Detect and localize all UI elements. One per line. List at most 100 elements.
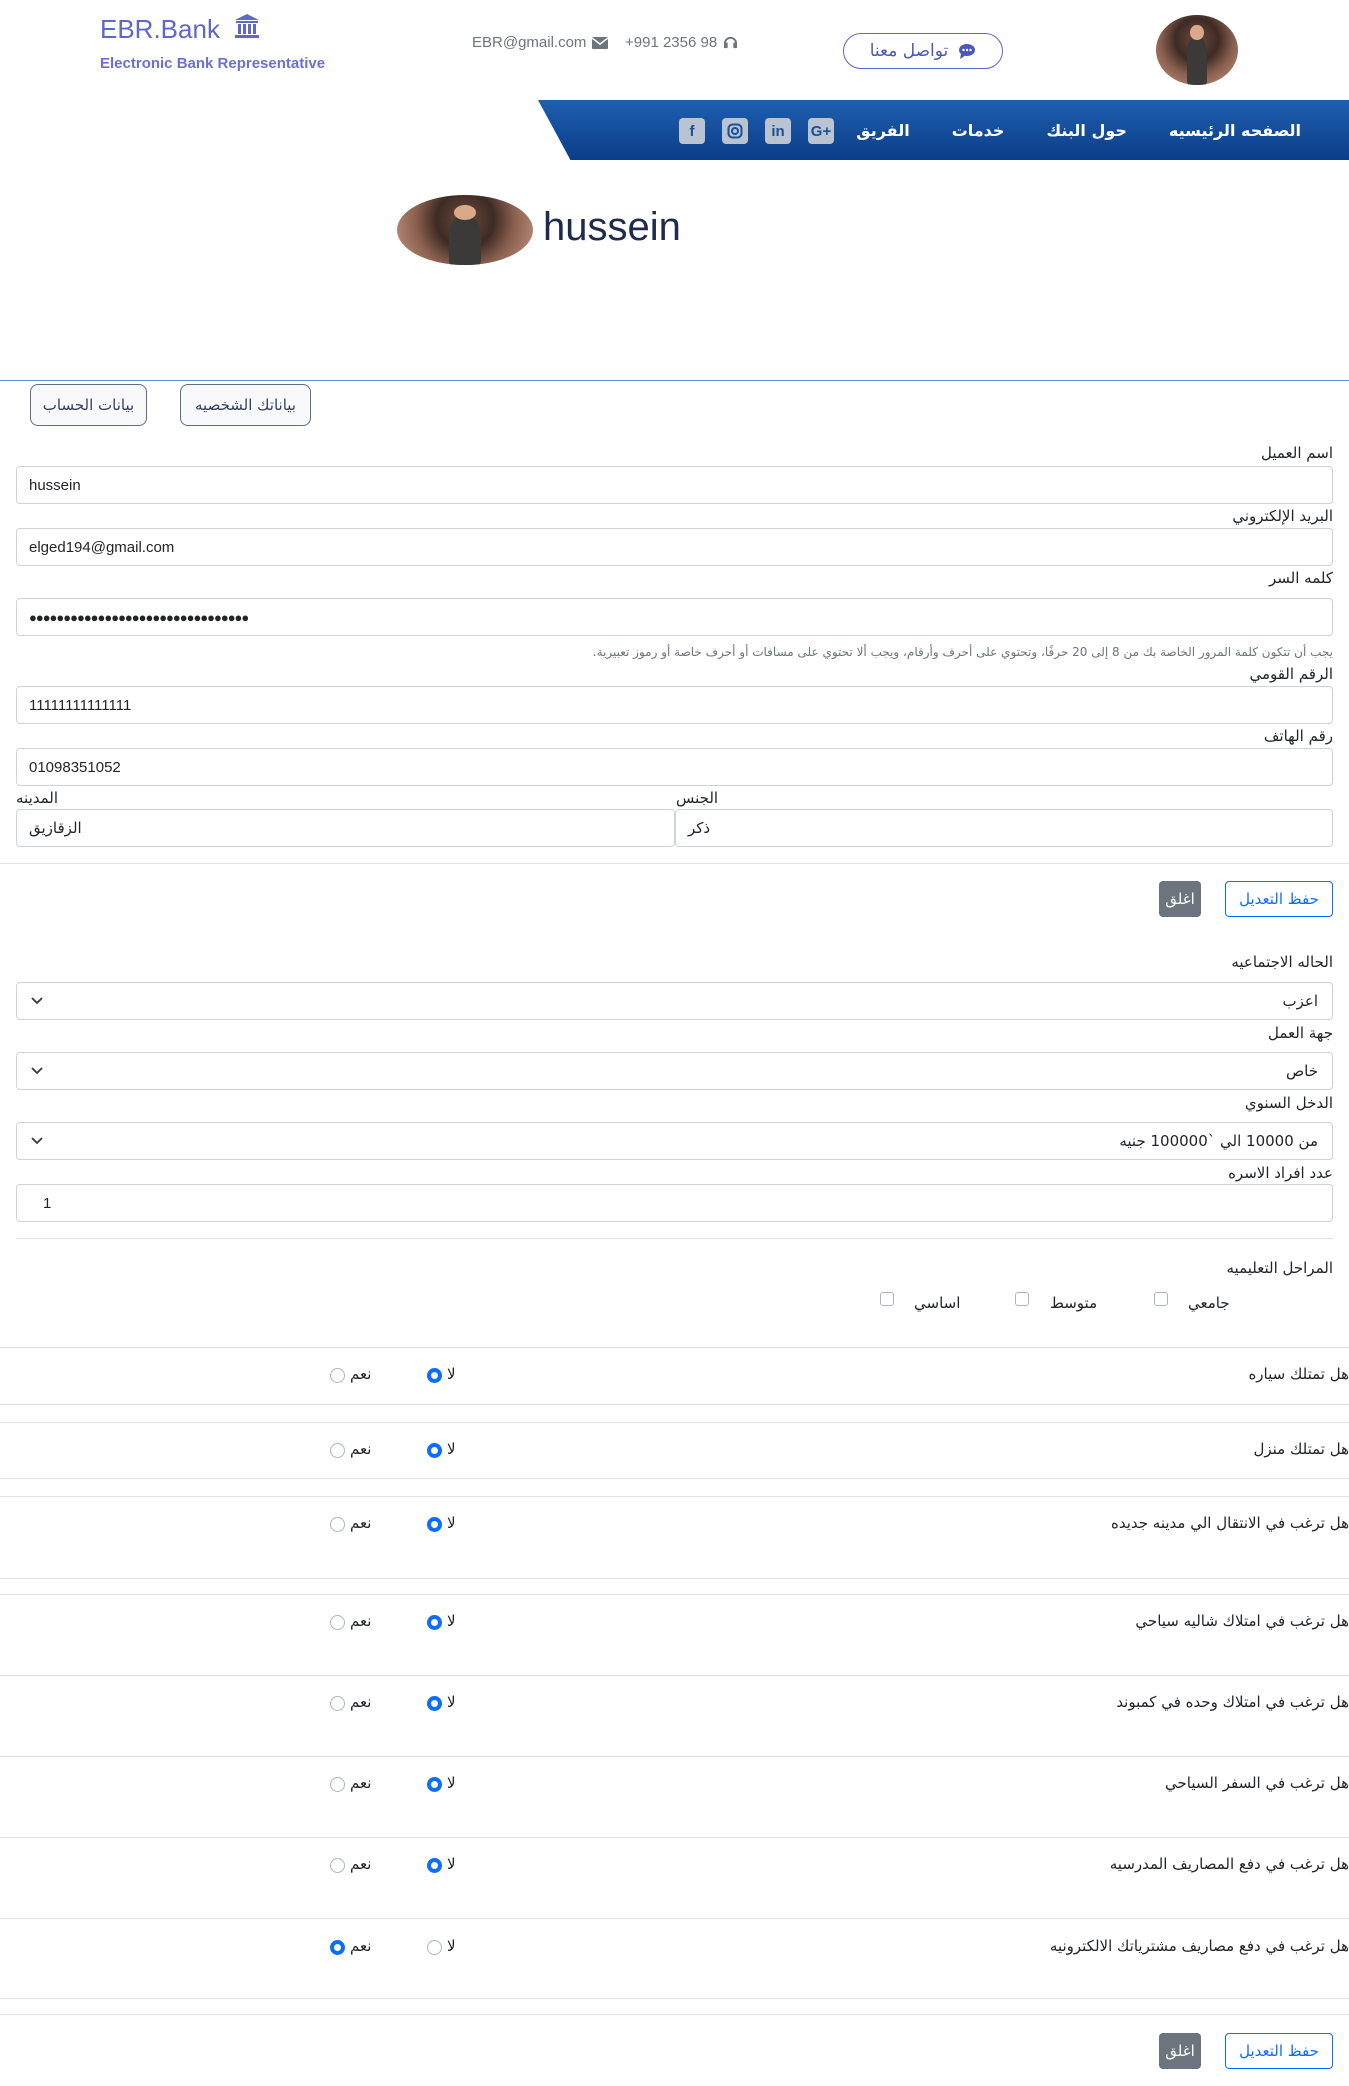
marital-value: اعزب [1282, 992, 1318, 1010]
question-text: هل ترغب في امتلاك شاليه سياحي [1135, 1612, 1349, 1630]
chevron-down-icon [31, 997, 43, 1005]
family-value: 1 [43, 1194, 52, 1212]
education-intermediate-label: متوسط [1050, 1294, 1098, 1312]
name-input[interactable]: hussein [16, 466, 1333, 504]
question-divider [0, 1918, 1349, 1919]
question-divider [0, 1594, 1349, 1595]
headset-icon [724, 36, 738, 49]
radio-yes-label: نعم [350, 1440, 372, 1458]
radio-no[interactable] [427, 1368, 442, 1383]
radio-no-label: لا [447, 1855, 456, 1873]
city-input[interactable]: الزقازيق [16, 809, 675, 847]
close-button-bottom[interactable]: اغلق [1159, 2033, 1201, 2069]
profile-name: hussein [543, 205, 681, 249]
save-button[interactable]: حفظ التعديل [1225, 881, 1333, 917]
family-label: عدد افراد الاسره [1228, 1164, 1333, 1182]
radio-no[interactable] [427, 1940, 442, 1955]
question-text: هل تمتلك منزل [1253, 1440, 1349, 1458]
radio-no-label: لا [447, 1440, 456, 1458]
google-plus-icon[interactable]: G+ [808, 118, 834, 144]
facebook-icon[interactable]: f [679, 118, 705, 144]
radio-no[interactable] [427, 1696, 442, 1711]
user-avatar[interactable] [1156, 15, 1238, 85]
radio-no[interactable] [427, 1615, 442, 1630]
radio-no-label: لا [447, 1514, 456, 1532]
radio-yes[interactable] [330, 1615, 345, 1630]
email-value: elged194@gmail.com [29, 538, 175, 556]
radio-yes-label: نعم [350, 1365, 372, 1383]
contact-us-button[interactable]: تواصل معنا [843, 33, 1003, 69]
close-button[interactable]: اغلق [1159, 881, 1201, 917]
radio-no-label: لا [447, 1693, 456, 1711]
marital-select[interactable]: اعزب [16, 982, 1333, 1020]
radio-yes[interactable] [330, 1368, 345, 1383]
phone-input[interactable]: 01098351052 [16, 748, 1333, 786]
education-basic-label: اساسي [914, 1294, 961, 1312]
brand-logo[interactable]: EBR.Bank [100, 12, 261, 45]
footer-divider [0, 2014, 1349, 2015]
bank-icon [235, 14, 260, 38]
tab-personal-data[interactable]: بياناتك الشخصيه [180, 384, 311, 426]
save-button-bottom[interactable]: حفظ التعديل [1225, 2033, 1333, 2069]
radio-yes[interactable] [330, 1858, 345, 1873]
income-value: من 10000 الي `100000 جنيه [1119, 1132, 1318, 1150]
email-input[interactable]: elged194@gmail.com [16, 528, 1333, 566]
national-id-value: 11111111111111 [29, 696, 132, 714]
radio-yes[interactable] [330, 1443, 345, 1458]
national-id-label: الرقم القومي [1249, 665, 1333, 683]
questions-top-divider [0, 1347, 1349, 1348]
radio-yes[interactable] [330, 1940, 345, 1955]
radio-no-label: لا [447, 1774, 456, 1792]
question-text: هل ترغب في السفر السياحي [1164, 1774, 1349, 1792]
password-label: كلمه السر [1269, 569, 1333, 587]
chevron-down-icon [31, 1137, 43, 1145]
radio-yes-label: نعم [350, 1514, 372, 1532]
radio-yes[interactable] [330, 1517, 345, 1532]
radio-no-label: لا [447, 1937, 456, 1955]
income-label: الدخل السنوي [1244, 1094, 1333, 1112]
radio-no[interactable] [427, 1858, 442, 1873]
question-text: هل ترغب في امتلاك وحده في كمبوند [1116, 1693, 1349, 1711]
family-input[interactable]: 1 [16, 1184, 1333, 1222]
employer-select[interactable]: خاص [16, 1052, 1333, 1090]
question-divider [0, 1404, 1349, 1405]
instagram-icon[interactable] [722, 118, 748, 144]
nav-item-home[interactable]: الصفحه الرئيسيه [1169, 121, 1301, 140]
national-id-input[interactable]: 11111111111111 [16, 686, 1333, 724]
question-divider [0, 1837, 1349, 1838]
radio-no[interactable] [427, 1517, 442, 1532]
employer-label: جهة العمل [1267, 1024, 1333, 1042]
education-divider [16, 1238, 1333, 1239]
income-select[interactable]: من 10000 الي `100000 جنيه [16, 1122, 1333, 1160]
gender-label: الجنس [676, 789, 719, 807]
radio-yes[interactable] [330, 1696, 345, 1711]
radio-yes-label: نعم [350, 1937, 372, 1955]
tab-account-data[interactable]: بيانات الحساب [30, 384, 147, 426]
radio-yes-label: نعم [350, 1774, 372, 1792]
question-divider [0, 1422, 1349, 1423]
nav-item-about[interactable]: حول البنك [1046, 121, 1126, 140]
radio-no-label: لا [447, 1612, 456, 1630]
nav-item-team[interactable]: الفريق [856, 121, 909, 140]
phone-value: 01098351052 [29, 758, 121, 776]
password-input[interactable]: ●●●●●●●●●●●●●●●●●●●●●●●●●●●●●●●● [16, 598, 1333, 636]
nav-item-services[interactable]: خدمات [952, 121, 1005, 140]
header-email[interactable]: EBR@gmail.com [472, 34, 609, 51]
header-phone[interactable]: +991 2356 98 [625, 34, 738, 51]
name-label: اسم العميل [1260, 444, 1333, 462]
question-divider [0, 1478, 1349, 1479]
education-basic-checkbox[interactable] [880, 1292, 894, 1306]
linkedin-icon[interactable]: in [765, 118, 791, 144]
radio-no[interactable] [427, 1443, 442, 1458]
email-label: البريد الإلكتروني [1232, 507, 1333, 525]
radio-yes[interactable] [330, 1777, 345, 1792]
education-university-checkbox[interactable] [1154, 1292, 1168, 1306]
phone-label: رقم الهاتف [1263, 727, 1333, 745]
section-divider [0, 380, 1349, 381]
gender-input[interactable]: ذكر [675, 809, 1333, 847]
contact-us-label: تواصل معنا [869, 41, 949, 61]
phone-text: +991 2356 98 [625, 34, 718, 51]
education-intermediate-checkbox[interactable] [1015, 1292, 1029, 1306]
radio-no[interactable] [427, 1777, 442, 1792]
employer-value: خاص [1286, 1062, 1318, 1080]
